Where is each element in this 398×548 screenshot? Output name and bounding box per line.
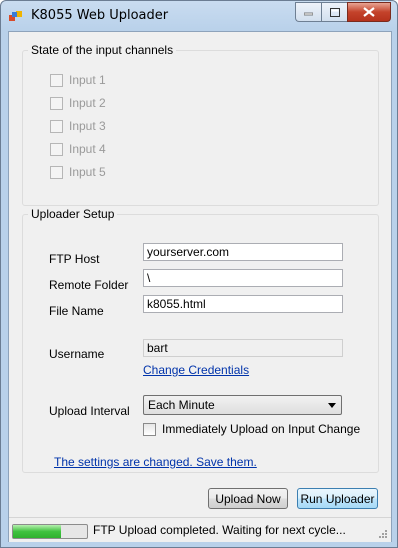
remote-folder-label: Remote Folder — [49, 278, 129, 292]
upload-now-button[interactable]: Upload Now — [208, 488, 288, 509]
upload-interval-label: Upload Interval — [49, 404, 130, 418]
checkbox-box — [50, 119, 63, 133]
input-3-checkbox: Input 3 — [50, 119, 106, 133]
checkbox-box — [50, 165, 63, 179]
checkbox-box — [50, 73, 63, 87]
close-button[interactable] — [347, 2, 391, 22]
save-settings-link[interactable]: The settings are changed. Save them. — [54, 455, 257, 469]
close-icon — [363, 7, 375, 17]
file-name-label: File Name — [49, 304, 104, 318]
remote-folder-input[interactable] — [143, 269, 343, 287]
username-field — [143, 339, 343, 357]
app-icon — [9, 11, 22, 21]
chevron-down-icon — [328, 403, 336, 408]
immediate-upload-checkbox[interactable]: Immediately Upload on Input Change — [143, 422, 360, 436]
input-5-label: Input 5 — [69, 165, 106, 179]
maximize-button[interactable] — [321, 2, 347, 22]
maximize-icon — [329, 7, 340, 17]
window-title: K8055 Web Uploader — [31, 8, 169, 23]
username-label: Username — [49, 347, 105, 361]
ftp-host-label: FTP Host — [49, 252, 100, 266]
status-bar: FTP Upload completed. Waiting for next c… — [9, 517, 391, 542]
minimize-button[interactable] — [295, 2, 321, 22]
main-window: K8055 Web Uploader State of the input ch… — [0, 0, 398, 548]
resize-grip-icon[interactable] — [378, 529, 388, 539]
input-2-checkbox: Input 2 — [50, 96, 106, 110]
uploader-setup-group: Uploader Setup FTP Host Remote Folder Fi… — [22, 207, 379, 473]
input-4-checkbox: Input 4 — [50, 142, 106, 156]
checkbox-box[interactable] — [143, 422, 156, 436]
checkbox-box — [50, 142, 63, 156]
file-name-input[interactable] — [143, 295, 343, 313]
checkbox-box — [50, 96, 63, 110]
ftp-host-input[interactable] — [143, 243, 343, 261]
caption-buttons — [295, 2, 391, 22]
input-5-checkbox: Input 5 — [50, 165, 106, 179]
input-1-label: Input 1 — [69, 73, 106, 87]
change-credentials-link[interactable]: Change Credentials — [143, 363, 249, 377]
upload-interval-value: Each Minute — [148, 398, 215, 412]
status-text: FTP Upload completed. Waiting for next c… — [93, 523, 346, 537]
input-4-label: Input 4 — [69, 142, 106, 156]
input-channels-legend: State of the input channels — [28, 43, 177, 57]
input-1-checkbox: Input 1 — [50, 73, 106, 87]
upload-progress-bar — [12, 524, 88, 539]
input-3-label: Input 3 — [69, 119, 106, 133]
input-2-label: Input 2 — [69, 96, 106, 110]
progress-fill — [13, 525, 62, 538]
minimize-icon — [304, 12, 313, 16]
client-area: State of the input channels Input 1 Inpu… — [8, 31, 392, 542]
upload-interval-select[interactable]: Each Minute — [143, 395, 342, 415]
uploader-setup-legend: Uploader Setup — [28, 207, 118, 221]
title-bar[interactable]: K8055 Web Uploader — [1, 1, 397, 29]
immediate-upload-label: Immediately Upload on Input Change — [162, 422, 361, 436]
run-uploader-button[interactable]: Run Uploader — [297, 488, 378, 509]
input-channels-group: State of the input channels Input 1 Inpu… — [22, 43, 379, 206]
